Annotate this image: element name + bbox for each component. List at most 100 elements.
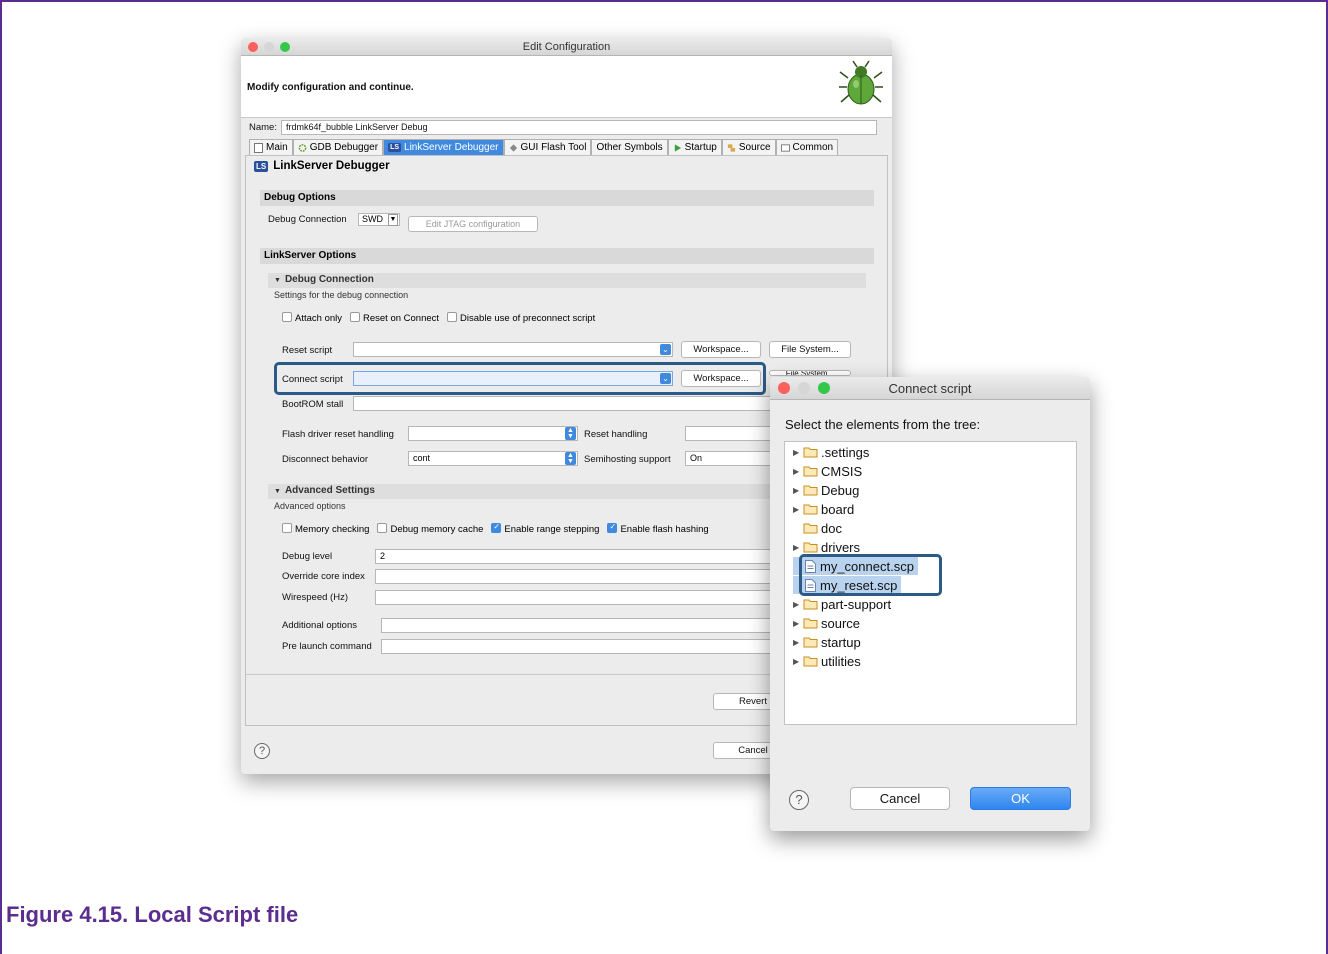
expand-arrow-icon: ▶ — [793, 637, 800, 647]
folder-icon — [803, 523, 818, 534]
enable-range-stepping-checkbox[interactable]: Enable range stepping — [491, 522, 600, 535]
folder-icon — [803, 542, 818, 553]
tree-item-label: source — [821, 615, 861, 631]
minimize-window-button[interactable] — [264, 42, 274, 52]
close-window-button[interactable] — [778, 382, 790, 394]
document-icon — [254, 142, 263, 153]
dialog-banner: Modify configuration and continue. — [241, 56, 892, 118]
connect-file-system-button[interactable]: File System... — [769, 370, 851, 376]
connect-dialog-title: Connect script — [888, 381, 972, 396]
debug-level-input[interactable]: 2 — [375, 549, 775, 564]
expand-arrow-icon: ▶ — [793, 485, 800, 495]
wirespeed-input[interactable] — [375, 590, 775, 605]
linkserver-options-section: LinkServer Options — [260, 248, 874, 264]
tree-item-doc[interactable]: doc — [793, 519, 842, 537]
debug-connection-value: SWD — [362, 214, 383, 224]
minimize-window-button[interactable] — [798, 382, 810, 394]
folder-icon — [803, 466, 818, 477]
checkbox-box — [282, 523, 292, 534]
bootrom-stall-label: BootROM stall — [282, 399, 344, 410]
tab-source[interactable]: Source — [721, 139, 776, 155]
disconnect-behavior-select[interactable]: cont ▲ ▼ — [408, 451, 578, 466]
help-icon[interactable]: ? — [789, 790, 809, 810]
tab-label: Main — [266, 142, 288, 153]
checkbox-box — [491, 522, 502, 534]
enable-flash-hashing-checkbox[interactable]: Enable flash hashing — [607, 522, 709, 535]
expand-arrow-icon: ▶ — [793, 599, 800, 609]
ls-icon: LS — [254, 160, 269, 172]
tab-label: GDB Debugger — [309, 142, 379, 153]
pre-launch-input[interactable] — [381, 639, 775, 654]
bootrom-stall-input[interactable] — [353, 396, 773, 411]
tree-item-label: CMSIS — [821, 463, 863, 479]
attach-only-checkbox[interactable]: Attach only — [282, 312, 342, 324]
dialog-titlebar: Edit Configuration — [241, 38, 892, 56]
cancel-button[interactable]: Cancel — [850, 787, 950, 810]
tab-gui-flash-tool[interactable]: GUI Flash Tool — [503, 139, 592, 155]
folder-icon — [803, 656, 818, 667]
tab-linkserver-debugger[interactable]: LS LinkServer Debugger — [383, 139, 504, 155]
stepper-icon: ▲ ▼ — [565, 452, 576, 465]
edit-jtag-button[interactable]: Edit JTAG configuration — [408, 216, 538, 232]
debug-connection-subsection[interactable]: ▼ Debug Connection — [268, 273, 866, 288]
configuration-name-input[interactable]: frdmk64f_bubble LinkServer Debug — [280, 120, 877, 135]
tree-item-settings[interactable]: ▶ .settings — [793, 443, 869, 461]
tree-item-source[interactable]: ▶ source — [793, 614, 860, 632]
debug-connection-select[interactable]: SWD ▼ — [358, 213, 400, 226]
checkbox-box — [607, 522, 618, 534]
tab-gdb-debugger[interactable]: GDB Debugger — [292, 139, 384, 155]
disconnect-value: cont — [413, 453, 431, 463]
reset-on-connect-checkbox[interactable]: Reset on Connect — [350, 312, 439, 324]
memory-checking-checkbox[interactable]: Memory checking — [282, 523, 370, 535]
reset-workspace-button[interactable]: Workspace... — [681, 341, 761, 358]
tab-main[interactable]: Main — [249, 139, 293, 155]
tab-label: LinkServer Debugger — [404, 142, 499, 153]
ok-button[interactable]: OK — [970, 787, 1071, 810]
folder-icon — [803, 447, 818, 458]
gear-icon — [298, 143, 307, 152]
panel-title-text: LinkServer Debugger — [273, 160, 390, 172]
tab-common[interactable]: Common — [775, 139, 839, 155]
tab-other-symbols[interactable]: Other Symbols — [591, 139, 668, 155]
folder-icon — [803, 504, 818, 515]
zoom-window-button[interactable] — [818, 382, 830, 394]
config-tabs: Main GDB Debugger LS LinkServer Debugger… — [249, 139, 839, 155]
folder-icon — [803, 485, 818, 496]
checkbox-label: Enable flash hashing — [620, 524, 709, 535]
help-icon[interactable]: ? — [254, 743, 270, 759]
additional-options-label: Additional options — [282, 620, 357, 631]
tree-item-utilities[interactable]: ▶ utilities — [793, 652, 861, 670]
debug-memory-cache-checkbox[interactable]: Debug memory cache — [377, 523, 483, 535]
zoom-window-button[interactable] — [280, 42, 290, 52]
checkbox-label: Attach only — [295, 313, 342, 324]
checkbox-box — [282, 312, 292, 323]
common-icon — [780, 143, 790, 152]
connect-dialog-message: Select the elements from the tree: — [785, 417, 981, 432]
dropdown-arrow-icon: ▼ — [388, 214, 398, 226]
tree-item-cmsis[interactable]: ▶ CMSIS — [793, 462, 862, 480]
tree-item-board[interactable]: ▶ board — [793, 500, 854, 518]
tab-label: GUI Flash Tool — [520, 142, 587, 153]
override-core-label: Override core index — [282, 571, 365, 582]
flash-reset-select[interactable]: ▲ ▼ — [408, 426, 578, 441]
dialog-title: Edit Configuration — [522, 41, 611, 53]
close-window-button[interactable] — [248, 42, 258, 52]
tree-item-part-support[interactable]: ▶ part-support — [793, 595, 891, 613]
disable-preconnect-checkbox[interactable]: Disable use of preconnect script — [447, 312, 596, 324]
expand-arrow-icon: ▶ — [793, 466, 800, 476]
tree-item-label: .settings — [821, 444, 870, 460]
reset-handling-label: Reset handling — [584, 429, 648, 440]
reset-script-combo[interactable]: ⌄ — [353, 342, 673, 357]
script-files-highlight — [799, 554, 942, 596]
tree-item-startup[interactable]: ▶ startup — [793, 633, 861, 651]
additional-options-input[interactable] — [381, 618, 775, 633]
checkbox-label: Memory checking — [295, 524, 370, 535]
tree-item-label: utilities — [821, 653, 861, 669]
tree-item-debug[interactable]: ▶ Debug — [793, 481, 859, 499]
tab-startup[interactable]: Startup — [667, 139, 722, 155]
reset-file-system-button[interactable]: File System... — [769, 341, 851, 358]
override-core-input[interactable] — [375, 569, 775, 584]
checkbox-label: Disable use of preconnect script — [460, 313, 596, 324]
checkbox-label: Enable range stepping — [504, 524, 600, 535]
flash-icon — [509, 143, 517, 152]
